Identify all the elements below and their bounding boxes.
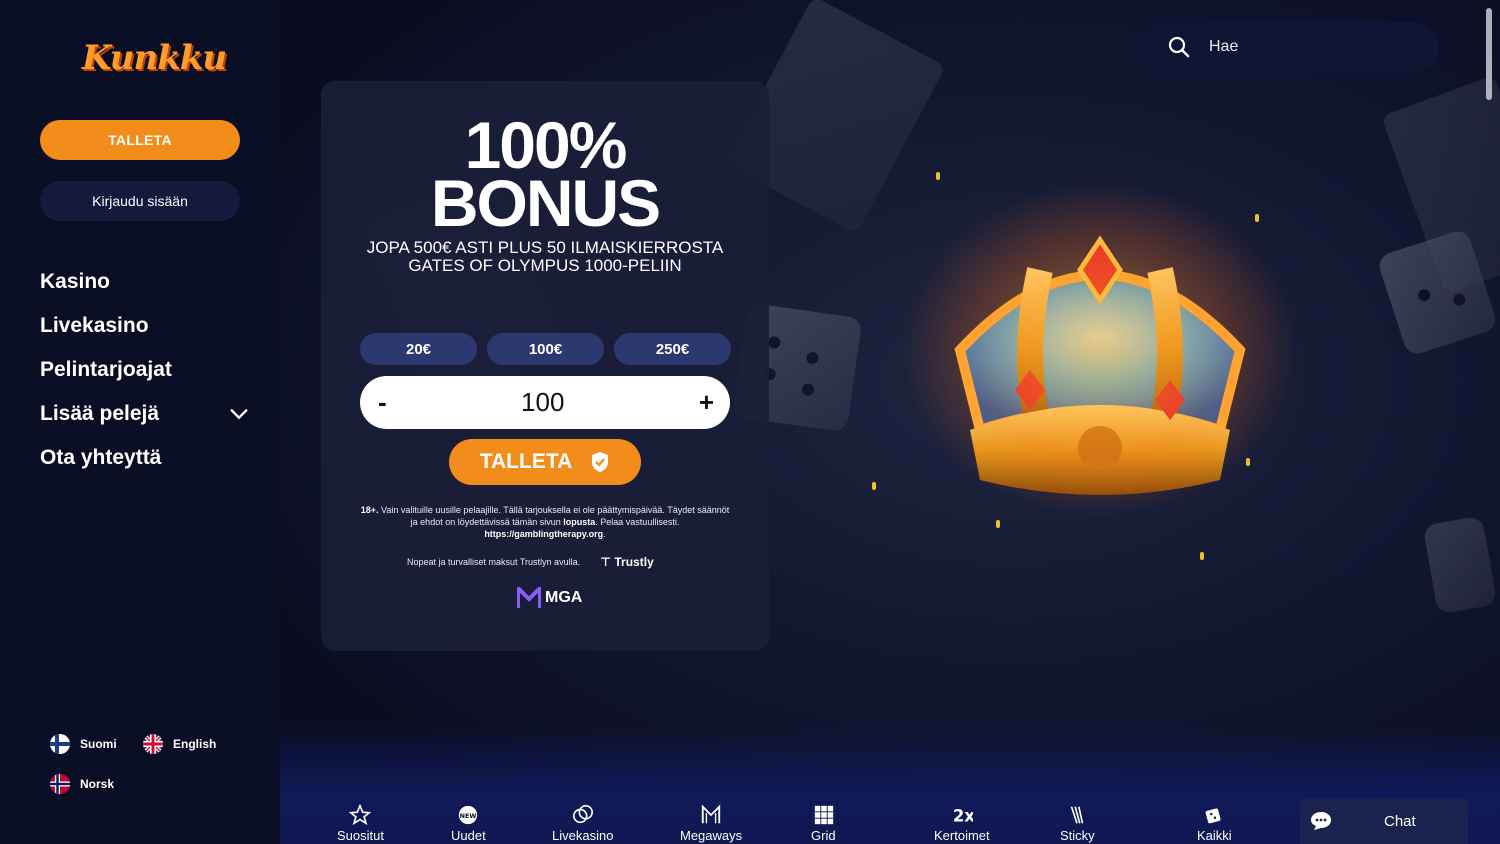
spark [1255, 214, 1259, 222]
category-sticky-wilds[interactable]: Sticky Wilds [1060, 798, 1095, 844]
spark [996, 520, 1000, 528]
sidebar: Kunkku TALLETA Kirjaudu sisään Kasino Li… [0, 0, 280, 844]
dice-icon [1205, 808, 1221, 824]
payments-info: Nopeat ja turvalliset maksut Trustlyn av… [407, 555, 654, 569]
nav-item-contact[interactable]: Ota yhteyttä [40, 436, 250, 480]
search-icon [1168, 36, 1190, 58]
decrease-button[interactable]: - [378, 387, 387, 418]
category-kaikki-pelit[interactable]: Kaikki Pelit [1197, 798, 1232, 844]
grid-icon [814, 805, 833, 825]
deposit-button[interactable]: TALLETA [449, 439, 641, 485]
spark [872, 482, 876, 490]
chips-icon [572, 805, 593, 824]
new-badge-icon: NEW [459, 805, 478, 825]
spark [936, 172, 940, 180]
norway-flag-icon [50, 774, 70, 794]
promo-headline: 100% BONUS [430, 108, 661, 240]
spark [1200, 552, 1204, 560]
nav-item-more-games[interactable]: Lisää pelejä [40, 392, 250, 436]
megaways-icon [701, 804, 721, 824]
main-nav: Kasino Livekasino Pelintarjoajat Lisää p… [40, 260, 250, 480]
amount-input[interactable]: 100 [521, 387, 564, 418]
login-button[interactable]: Kirjaudu sisään [40, 181, 240, 221]
brand-logo[interactable]: Kunkku [82, 38, 227, 78]
search-input[interactable]: Hae [1143, 22, 1439, 72]
chat-button[interactable]: Chat [1300, 798, 1468, 844]
category-livekasino[interactable]: Livekasino [552, 798, 613, 843]
uk-flag-icon [143, 734, 163, 754]
star-icon [349, 804, 372, 826]
chat-bubble-icon [1311, 812, 1331, 830]
mga-icon [517, 587, 541, 608]
crown-illustration [900, 180, 1300, 520]
multiplier-icon: 2x [953, 806, 973, 825]
search-placeholder: Hae [1209, 38, 1239, 55]
promo-subtitle: JOPA 500€ ASTI PLUS 50 ILMAISKIERROSTA G… [366, 238, 724, 275]
bonus-promo-panel: 100% BONUS JOPA 500€ ASTI PLUS 50 ILMAIS… [321, 81, 769, 651]
category-grid-pelit[interactable]: Grid Pelit [811, 798, 836, 844]
amount-option-250[interactable]: 250€ [614, 333, 731, 365]
nav-item-kasino[interactable]: Kasino [40, 260, 250, 304]
category-kertoimet[interactable]: 2x Kertoimet [934, 798, 990, 843]
amount-option-100[interactable]: 100€ [487, 333, 604, 365]
svg-text:NEW: NEW [460, 812, 477, 820]
category-suositut[interactable]: Suositut [337, 798, 384, 843]
increase-button[interactable]: + [699, 387, 714, 418]
trustly-icon: ⊤ [600, 555, 612, 569]
sticky-wilds-icon [1071, 806, 1084, 824]
svg-text:2x: 2x [953, 806, 973, 825]
background-die [1422, 515, 1498, 615]
shield-icon [592, 452, 609, 472]
trustly-logo: ⊤ Trustly [600, 555, 654, 569]
nav-item-livekasino[interactable]: Livekasino [40, 304, 250, 348]
finland-flag-icon [50, 734, 70, 754]
amount-option-20[interactable]: 20€ [360, 333, 477, 365]
amount-stepper: - 100 + [360, 376, 730, 429]
language-norsk[interactable]: Norsk [50, 774, 114, 794]
language-english[interactable]: English [143, 734, 216, 754]
nav-item-pelintarjoajat[interactable]: Pelintarjoajat [40, 348, 250, 392]
terms-text: 18+. Vain valituille uusille pelaajille.… [360, 505, 730, 539]
category-uudet[interactable]: NEW Uudet [451, 798, 486, 843]
terms-link[interactable]: lopusta [563, 517, 595, 527]
spark [1246, 458, 1250, 466]
sidebar-deposit-button[interactable]: TALLETA [40, 120, 240, 160]
amount-options: 20€ 100€ 250€ [360, 333, 731, 365]
category-megaways[interactable]: Megaways [680, 798, 742, 843]
language-suomi[interactable]: Suomi [50, 734, 117, 754]
page-scrollbar[interactable] [1486, 8, 1492, 100]
gambling-therapy-link[interactable]: https://gamblingtherapy.org [484, 529, 603, 539]
chevron-down-icon[interactable] [228, 403, 250, 425]
mga-logo: MGA [517, 587, 582, 609]
